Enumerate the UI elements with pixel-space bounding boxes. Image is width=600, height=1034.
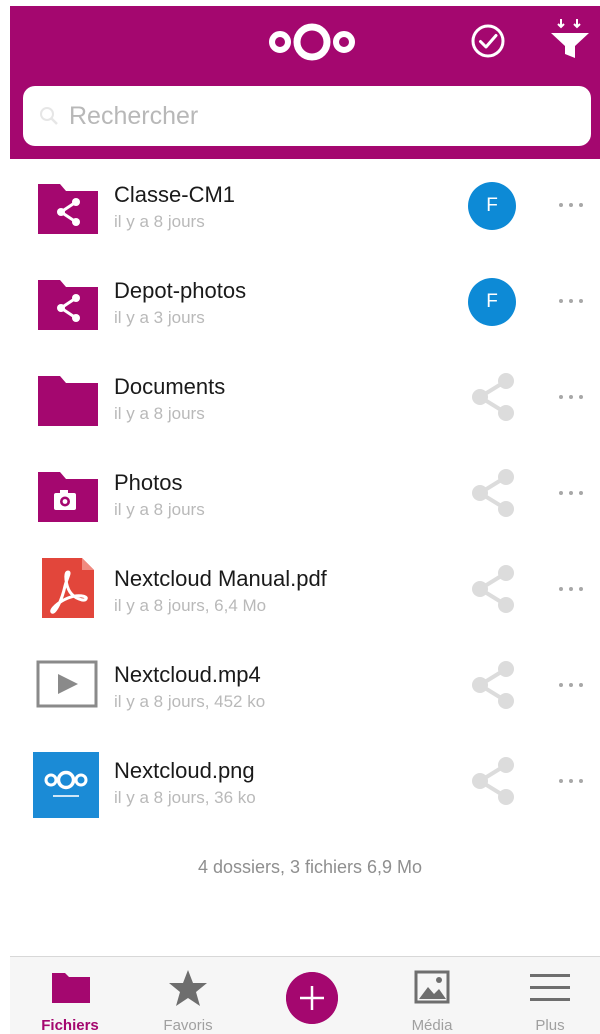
folder-icon (38, 376, 98, 426)
file-meta: il y a 8 jours, 36 ko (114, 788, 256, 807)
file-row-photos[interactable]: Photos il y a 8 jours (0, 448, 600, 544)
file-row-video[interactable]: Nextcloud.mp4 il y a 8 jours, 452 ko (0, 640, 600, 736)
search-input[interactable] (69, 101, 549, 131)
more-options-icon[interactable] (548, 286, 594, 316)
tab-label: Média (411, 1017, 453, 1034)
share-icon[interactable] (470, 468, 516, 518)
shared-folder-icon (38, 280, 98, 330)
star-icon (169, 970, 207, 1006)
folder-summary: 4 dossiers, 3 fichiers 6,9 Mo (197, 857, 423, 877)
tab-files[interactable]: Fichiers (20, 957, 120, 1034)
image-icon (414, 970, 450, 1004)
owner-avatar[interactable]: F (468, 278, 516, 326)
file-row-documents[interactable]: Documents il y a 8 jours (0, 352, 600, 448)
share-icon[interactable] (470, 372, 516, 422)
file-name: Nextcloud.mp4 (114, 662, 261, 687)
file-name: Nextcloud Manual.pdf (114, 566, 327, 591)
file-meta: il y a 8 jours (114, 404, 205, 423)
share-icon[interactable] (470, 756, 516, 806)
file-name: Depot-photos (114, 278, 247, 303)
search-icon (40, 107, 58, 125)
file-row-manual-pdf[interactable]: Nextcloud Manual.pdf il y a 8 jours, 6,4… (0, 544, 600, 640)
select-checkmark-icon[interactable] (468, 21, 508, 61)
tab-favorites[interactable]: Favoris (138, 957, 238, 1034)
nextcloud-logo (269, 23, 355, 61)
image-thumbnail (33, 752, 99, 818)
file-meta: il y a 8 jours, 452 ko (114, 692, 266, 711)
more-options-icon[interactable] (548, 190, 594, 220)
tab-label: Favoris (163, 1017, 213, 1034)
file-name: Documents (114, 374, 226, 399)
tab-media[interactable]: Média (382, 957, 482, 1034)
tab-more[interactable]: Plus (500, 957, 600, 1034)
owner-avatar[interactable]: F (468, 182, 516, 230)
file-meta: il y a 8 jours (114, 212, 205, 231)
tab-label: Plus (535, 1017, 565, 1034)
file-row-image[interactable]: Nextcloud.png il y a 8 jours, 36 ko (0, 736, 600, 832)
folder-tab-icon (52, 973, 90, 1003)
menu-icon (530, 974, 570, 1001)
pdf-icon (42, 558, 94, 618)
photo-folder-icon (38, 472, 98, 522)
tab-label: Fichiers (41, 1017, 99, 1034)
app-screen: Classe-CM1 il y a 8 jours F Depot-photos… (0, 0, 600, 1034)
share-icon[interactable] (470, 660, 516, 710)
more-options-icon[interactable] (548, 478, 594, 508)
shared-folder-icon (38, 184, 98, 234)
file-name: Photos (114, 470, 183, 495)
more-options-icon[interactable] (548, 382, 594, 412)
video-icon (36, 660, 98, 708)
file-name: Classe-CM1 (114, 182, 236, 207)
more-options-icon[interactable] (548, 670, 594, 700)
file-row-classe-cm1[interactable]: Classe-CM1 il y a 8 jours F (0, 160, 600, 256)
share-icon[interactable] (470, 564, 516, 614)
more-options-icon[interactable] (548, 574, 594, 604)
sort-filter-icon[interactable] (548, 16, 592, 62)
add-button[interactable] (286, 972, 338, 1024)
header-bar (10, 6, 600, 159)
file-meta: il y a 8 jours, 6,4 Mo (114, 596, 267, 615)
search-bar[interactable] (23, 86, 591, 146)
more-options-icon[interactable] (548, 766, 594, 796)
file-meta: il y a 3 jours (114, 308, 205, 327)
file-row-depot-photos[interactable]: Depot-photos il y a 3 jours F (0, 256, 600, 352)
file-meta: il y a 8 jours (114, 500, 205, 519)
file-name: Nextcloud.png (114, 758, 255, 783)
